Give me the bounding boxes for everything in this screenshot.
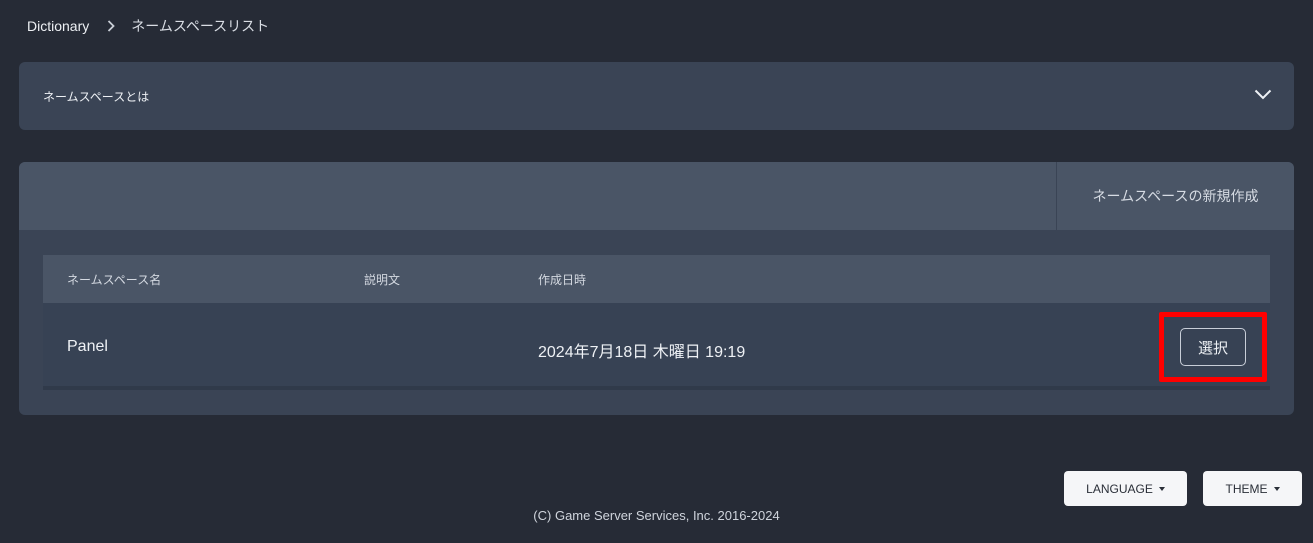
caret-down-icon (1273, 486, 1280, 491)
language-dropdown-button[interactable]: LANGUAGE (1064, 471, 1187, 506)
table-header: ネームスペース名 説明文 作成日時 (43, 255, 1270, 303)
namespace-table: ネームスペース名 説明文 作成日時 Panel 2024年7月18日 木曜日 1… (43, 255, 1270, 390)
copyright-label: (C) Game Server Services, Inc. 2016-2024 (533, 508, 780, 523)
row-created-at: 2024年7月18日 木曜日 19:19 (538, 344, 746, 361)
breadcrumb: Dictionary ネームスペースリスト (27, 16, 269, 36)
chevron-down-icon[interactable] (1254, 87, 1272, 105)
row-namespace-name: Panel (67, 338, 108, 355)
copyright-text: (C) Game Server Services, Inc. 2016-2024 (0, 508, 1313, 523)
create-namespace-button[interactable]: ネームスペースの新規作成 (1057, 162, 1294, 230)
namespace-info-accordion[interactable]: ネームスペースとは (19, 62, 1294, 130)
column-header-name: ネームスペース名 (67, 273, 162, 287)
column-header-description: 説明文 (364, 273, 401, 287)
column-header-created-at: 作成日時 (538, 273, 587, 287)
theme-label: THEME (1225, 481, 1268, 496)
chevron-right-icon (107, 20, 116, 32)
accordion-title: ネームスペースとは (43, 89, 150, 104)
breadcrumb-dictionary-link[interactable]: Dictionary (27, 18, 89, 34)
caret-down-icon (1158, 486, 1165, 491)
table-row: Panel 2024年7月18日 木曜日 19:19 選択 (43, 303, 1270, 390)
panel-header: ネームスペースの新規作成 (19, 162, 1294, 230)
breadcrumb-current: ネームスペースリスト (131, 18, 270, 34)
select-button[interactable]: 選択 (1180, 328, 1246, 366)
namespace-list-panel: ネームスペースの新規作成 ネームスペース名 説明文 作成日時 Panel 202… (19, 162, 1294, 415)
theme-dropdown-button[interactable]: THEME (1203, 471, 1302, 506)
language-label: LANGUAGE (1086, 481, 1153, 496)
